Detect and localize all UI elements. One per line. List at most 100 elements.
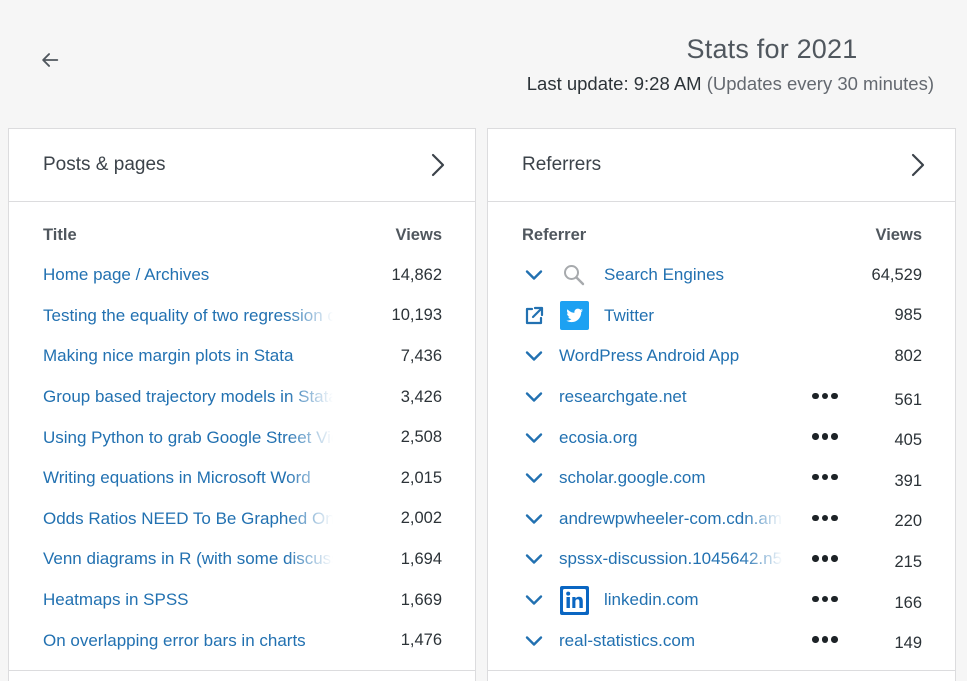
post-link[interactable]: Making nice margin plots in Stata [43, 346, 333, 366]
external-link-icon [525, 306, 544, 324]
list-item: researchgate.net 561 [488, 377, 955, 418]
twitter-icon [559, 301, 589, 331]
post-views: 1,694 [400, 549, 442, 568]
column-header-title: Title [43, 226, 77, 244]
list-item: Using Python to grab Google Street View … [9, 417, 475, 458]
referrer-views: 166 [894, 593, 922, 612]
posts-column-headers: Title Views [9, 226, 475, 248]
chevron-down-icon [525, 554, 543, 565]
chevron-down-icon [525, 595, 543, 605]
more-options-button[interactable] [810, 632, 840, 647]
post-link[interactable]: Heatmaps in SPSS [43, 590, 333, 610]
expand-button[interactable] [522, 466, 546, 490]
list-item: ecosia.org 405 [488, 417, 955, 458]
post-views: 3,426 [400, 387, 442, 406]
posts-pages-title: Posts & pages [43, 154, 166, 175]
expand-button[interactable] [522, 507, 546, 531]
chevron-down-icon [525, 514, 543, 524]
referrer-link[interactable]: andrewpwheeler-com.cdn.ampproject.org [559, 509, 783, 529]
linkedin-icon [559, 585, 589, 615]
more-options-button[interactable] [810, 429, 840, 444]
list-item: scholar.google.com 391 [488, 458, 955, 499]
arrow-left-icon [42, 53, 59, 67]
chevron-down-icon [525, 351, 543, 362]
external-link-button[interactable] [522, 304, 546, 328]
expand-button[interactable] [522, 385, 546, 409]
referrer-views: 149 [894, 634, 922, 653]
referrer-link[interactable]: scholar.google.com [559, 468, 783, 488]
referrer-link[interactable]: Twitter [604, 306, 828, 326]
expand-button[interactable] [522, 588, 546, 612]
more-options-button[interactable] [810, 592, 840, 607]
list-item: linkedin.com 166 [488, 580, 955, 621]
list-item: WordPress Android App 802 [488, 336, 955, 377]
post-link[interactable]: Venn diagrams in R (with some discussion… [43, 549, 333, 569]
posts-pages-header[interactable]: Posts & pages [9, 129, 475, 202]
more-options-button[interactable] [810, 470, 840, 485]
referrer-views: 802 [894, 346, 922, 365]
referrer-link[interactable]: Search Engines [604, 265, 828, 285]
column-header-views: Views [395, 226, 442, 244]
referrers-card: Referrers Referrer Views Search Engines … [487, 128, 956, 681]
referrer-link[interactable]: real-statistics.com [559, 631, 783, 651]
list-item: Home page / Archives 14,862 [9, 255, 475, 296]
more-options-button[interactable] [810, 551, 840, 566]
post-link[interactable]: Using Python to grab Google Street View … [43, 428, 333, 448]
expand-button[interactable] [522, 629, 546, 653]
referrer-link[interactable]: linkedin.com [604, 590, 828, 610]
referrers-header[interactable]: Referrers [488, 129, 955, 202]
back-button[interactable] [36, 46, 64, 74]
expand-button[interactable] [522, 263, 546, 287]
referrer-views: 220 [894, 512, 922, 531]
post-views: 10,193 [391, 306, 442, 325]
referrer-views: 391 [894, 471, 922, 490]
column-header-views: Views [875, 226, 922, 244]
post-link[interactable]: Group based trajectory models in Stata [43, 387, 333, 407]
list-item: Venn diagrams in R (with some discussion… [9, 539, 475, 580]
referrers-title: Referrers [522, 154, 602, 175]
post-views: 1,476 [400, 631, 442, 650]
more-options-button[interactable] [810, 389, 840, 404]
chevron-right-icon[interactable] [429, 152, 447, 178]
chevron-down-icon [525, 432, 543, 443]
list-item: Twitter 985 [488, 296, 955, 337]
list-item: Testing the equality of two regression c… [9, 296, 475, 337]
referrer-link[interactable]: ecosia.org [559, 428, 783, 448]
post-views: 2,002 [400, 509, 442, 528]
update-interval-note: (Updates every 30 minutes) [706, 73, 934, 94]
list-item: Writing equations in Microsoft Word 2,01… [9, 458, 475, 499]
last-update-text: Last update: 9:28 AM (Updates every 30 m… [527, 73, 934, 95]
card-divider [488, 670, 955, 671]
chevron-right-icon[interactable] [909, 152, 927, 178]
chevron-down-icon [525, 473, 543, 483]
list-item: Odds Ratios NEED To Be Graphed On Log Sc… [9, 499, 475, 540]
referrer-link[interactable]: spssx-discussion.1045642.n5.nabble.com [559, 549, 783, 569]
posts-pages-card: Posts & pages Title Views Home page / Ar… [8, 128, 476, 681]
referrer-views: 405 [894, 431, 922, 450]
referrer-views: 985 [894, 306, 922, 325]
post-link[interactable]: Odds Ratios NEED To Be Graphed On Log Sc… [43, 509, 333, 529]
list-item: andrewpwheeler-com.cdn.ampproject.org 22… [488, 499, 955, 540]
post-link[interactable]: Testing the equality of two regression c… [43, 306, 333, 326]
list-item: Search Engines 64,529 [488, 255, 955, 296]
referrer-link[interactable]: researchgate.net [559, 387, 783, 407]
chevron-down-icon [525, 635, 543, 646]
more-options-button[interactable] [810, 511, 840, 526]
expand-button[interactable] [522, 344, 546, 368]
referrer-link[interactable]: WordPress Android App [559, 346, 829, 366]
referrer-views: 215 [894, 552, 922, 571]
expand-button[interactable] [522, 547, 546, 571]
list-item: Making nice margin plots in Stata 7,436 [9, 336, 475, 377]
last-update-time: Last update: 9:28 AM [526, 73, 702, 94]
post-link[interactable]: Writing equations in Microsoft Word [43, 468, 333, 488]
expand-button[interactable] [522, 426, 546, 450]
post-link[interactable]: On overlapping error bars in charts [43, 631, 333, 651]
referrer-views: 561 [894, 390, 922, 409]
post-link[interactable]: Home page / Archives [43, 265, 333, 285]
list-item: On overlapping error bars in charts 1,47… [9, 620, 475, 661]
list-item: real-statistics.com 149 [488, 620, 955, 661]
referrer-views: 64,529 [871, 265, 922, 284]
list-item: Heatmaps in SPSS 1,669 [9, 580, 475, 621]
post-views: 2,015 [400, 468, 442, 487]
referrers-column-headers: Referrer Views [488, 226, 955, 248]
